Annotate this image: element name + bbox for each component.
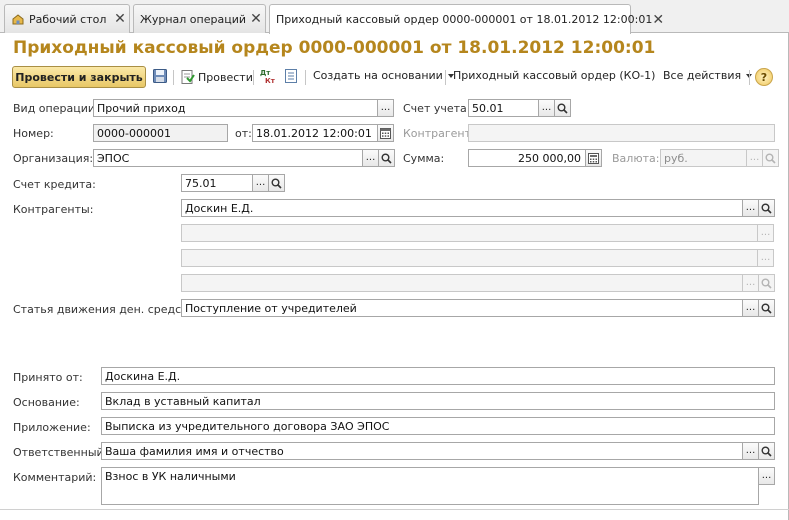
currency-label: Валюта: <box>612 152 660 165</box>
comment-field[interactable]: Взнос в УК наличными <box>101 467 759 505</box>
toolbar: Провести и закрыть Провести Дт Кт Создат… <box>0 64 789 90</box>
select-button[interactable]: ... <box>758 467 775 485</box>
dt-kt-icon: Дт Кт <box>260 69 276 85</box>
help-button[interactable]: ? <box>755 68 773 86</box>
amount-field[interactable]: 250 000,00 <box>468 149 586 167</box>
organization-field[interactable]: ЭПОС <box>93 149 363 167</box>
number-label: Номер: <box>13 127 54 140</box>
select-button[interactable]: ... <box>742 274 759 292</box>
counterparty-label: Контрагент: <box>403 127 475 140</box>
attachment-field[interactable]: Выписка из учредительного договора ЗАО Э… <box>101 417 775 435</box>
dt-kt-button[interactable]: Дт Кт <box>259 67 277 85</box>
create-based-on-label: Создать на основании <box>313 69 443 82</box>
amount-label: Сумма: <box>403 152 445 165</box>
search-icon[interactable] <box>758 274 775 292</box>
counterparty-2-field[interactable] <box>181 224 758 242</box>
received-from-field[interactable]: Доскина Е.Д. <box>101 367 775 385</box>
svg-text:Дт: Дт <box>260 69 271 77</box>
all-actions-label: Все действия <box>663 69 742 82</box>
select-button[interactable]: ... <box>377 99 394 117</box>
account-field[interactable]: 50.01 <box>468 99 539 117</box>
print-ko1-button[interactable]: Приходный кассовый ордер (КО-1) <box>453 69 655 82</box>
operation-type-label: Вид операции: <box>13 102 99 115</box>
tab-operations-journal[interactable]: Журнал операций ✕ <box>133 4 266 33</box>
close-icon[interactable]: ✕ <box>111 10 129 28</box>
calculator-icon[interactable] <box>585 149 602 167</box>
select-button[interactable]: ... <box>742 199 759 217</box>
post-and-close-button[interactable]: Провести и закрыть <box>12 66 146 88</box>
select-button[interactable]: ... <box>252 174 269 192</box>
page-title: Приходный кассовый ордер 0000-000001 от … <box>13 38 656 58</box>
basis-field[interactable]: Вклад в уставный капитал <box>101 392 775 410</box>
post-button[interactable]: Провести <box>179 69 253 85</box>
credit-account-label: Счет кредита: <box>13 178 96 191</box>
date-label: от: <box>235 127 252 140</box>
responsible-label: Ответственный: <box>13 446 108 459</box>
post-icon <box>181 70 195 84</box>
select-button[interactable]: ... <box>757 224 774 242</box>
calendar-icon[interactable] <box>377 124 394 142</box>
select-button[interactable]: ... <box>362 149 379 167</box>
comment-label: Комментарий: <box>13 471 97 484</box>
received-from-label: Принято от: <box>13 371 83 384</box>
organization-label: Организация: <box>13 152 94 165</box>
post-label: Провести <box>198 70 253 84</box>
cash-flow-item-field[interactable]: Поступление от учредителей <box>181 299 743 317</box>
counterparties-label: Контрагенты: <box>13 203 94 216</box>
search-icon[interactable] <box>268 174 285 192</box>
tab-cash-receipt-order[interactable]: Приходный кассовый ордер 0000-000001 от … <box>269 4 664 34</box>
search-icon[interactable] <box>762 149 779 167</box>
basis-label: Основание: <box>13 396 80 409</box>
close-icon[interactable]: ✕ <box>652 11 664 29</box>
select-button[interactable]: ... <box>538 99 555 117</box>
svg-text:Кт: Кт <box>265 77 276 85</box>
all-actions-menu[interactable]: Все действия <box>663 69 753 82</box>
divider <box>0 509 789 510</box>
responsible-field[interactable]: Ваша фамилия имя и отчество <box>101 442 743 460</box>
create-based-on-menu[interactable]: Создать на основании <box>313 69 454 82</box>
report-icon[interactable] <box>283 68 299 84</box>
select-button[interactable]: ... <box>757 249 774 267</box>
attachment-label: Приложение: <box>13 421 91 434</box>
tab-bar: Рабочий стол ✕ Журнал операций ✕ Приходн… <box>0 0 789 34</box>
counterparty-4-field[interactable] <box>181 274 743 292</box>
search-icon[interactable] <box>758 299 775 317</box>
search-icon[interactable] <box>758 199 775 217</box>
account-label: Счет учета: <box>403 102 471 115</box>
counterparty-field[interactable] <box>468 124 775 142</box>
select-button[interactable]: ... <box>742 442 759 460</box>
search-icon[interactable] <box>554 99 571 117</box>
save-icon[interactable] <box>152 68 168 84</box>
select-button[interactable]: ... <box>746 149 763 167</box>
date-field[interactable]: 18.01.2012 12:00:01 <box>252 124 378 142</box>
home-icon <box>11 12 25 26</box>
close-icon[interactable]: ✕ <box>247 10 265 28</box>
search-icon[interactable] <box>378 149 395 167</box>
cash-flow-item-label: Статья движения ден. средств: <box>13 303 198 316</box>
tab-label: Рабочий стол <box>29 12 107 26</box>
currency-field[interactable]: руб. <box>660 149 747 167</box>
counterparty-1-field[interactable]: Доскин Е.Д. <box>181 199 743 217</box>
search-icon[interactable] <box>758 442 775 460</box>
operation-type-field[interactable]: Прочий приход <box>93 99 378 117</box>
tab-desktop[interactable]: Рабочий стол ✕ <box>4 4 130 33</box>
credit-account-field[interactable]: 75.01 <box>181 174 253 192</box>
select-button[interactable]: ... <box>742 299 759 317</box>
counterparty-3-field[interactable] <box>181 249 758 267</box>
tab-label: Журнал операций <box>140 12 246 26</box>
tab-label: Приходный кассовый ордер 0000-000001 от … <box>276 13 653 26</box>
number-field[interactable]: 0000-000001 <box>93 124 228 142</box>
